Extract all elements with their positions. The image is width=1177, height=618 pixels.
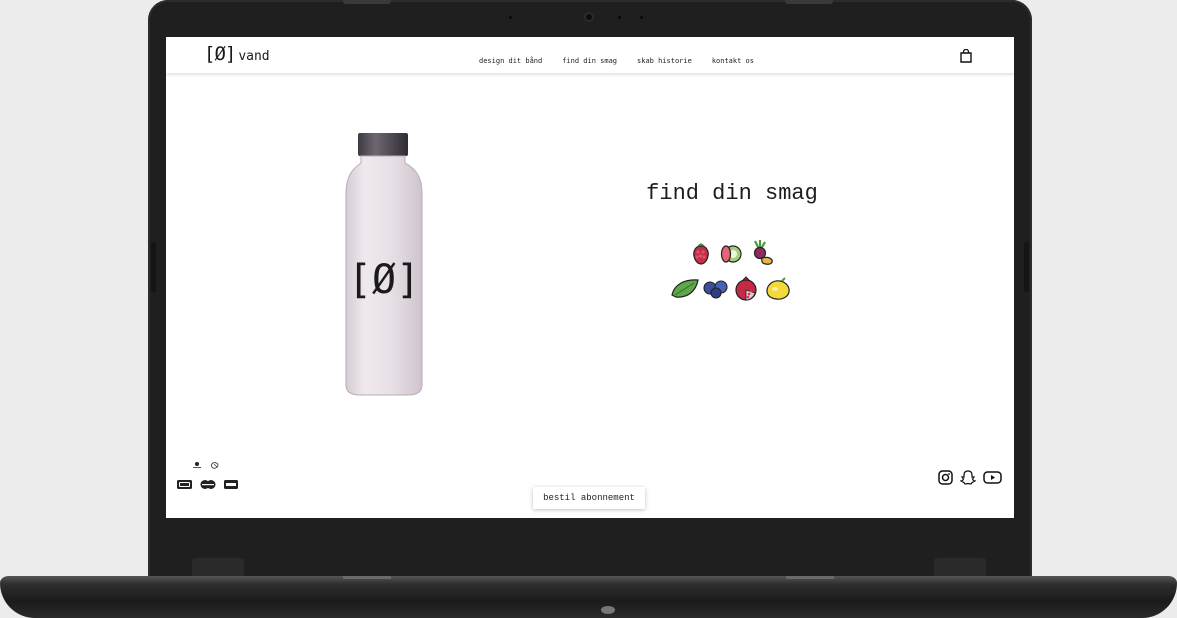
base-notch <box>786 576 834 579</box>
logo-mark: [Ø] <box>204 43 236 65</box>
beet-ginger-icon[interactable] <box>750 239 776 267</box>
site-logo[interactable]: [Ø] vand <box>204 43 270 65</box>
lid-notch <box>343 0 391 4</box>
sensor-dot <box>509 16 512 19</box>
laptop-base <box>0 558 1177 618</box>
mastercard-icon <box>200 480 216 489</box>
lemon-icon[interactable] <box>764 277 792 301</box>
mobilepay-icon <box>193 462 201 468</box>
leaf-icon[interactable] <box>670 277 700 299</box>
nav-item-skab-historie[interactable]: skab historie <box>637 57 692 65</box>
side-button <box>151 242 156 292</box>
sensor-dot <box>618 16 621 19</box>
sensor-dot <box>640 16 643 19</box>
side-button <box>1024 242 1029 292</box>
laptop-mockup: [Ø] vand design dit bånd find din smag s… <box>0 0 1177 618</box>
hinge <box>934 558 986 576</box>
base-notch <box>343 576 391 579</box>
dankort-icon <box>177 480 192 489</box>
snapchat-icon[interactable] <box>959 470 977 489</box>
webcam-icon <box>584 12 594 22</box>
blueberry-icon[interactable] <box>702 279 730 299</box>
logo-text: vand <box>238 49 270 64</box>
visa-icon <box>224 480 238 489</box>
applepay-icon <box>211 462 219 469</box>
pomegranate-icon[interactable] <box>734 276 758 302</box>
main-nav: design dit bånd find din smag skab histo… <box>479 57 754 65</box>
social-links <box>938 470 1002 489</box>
youtube-icon[interactable] <box>983 470 1002 489</box>
bottle-logo: [Ø] <box>348 257 420 303</box>
subscribe-button[interactable]: bestil abonnement <box>533 487 645 509</box>
nav-item-design-band[interactable]: design dit bånd <box>479 57 542 65</box>
website-screen: [Ø] vand design dit bånd find din smag s… <box>166 37 1014 518</box>
lid-notch <box>785 0 833 4</box>
instagram-icon[interactable] <box>938 470 953 489</box>
hinge <box>192 558 244 576</box>
nav-item-kontakt[interactable]: kontakt os <box>712 57 754 65</box>
raspberry-icon[interactable] <box>690 243 712 265</box>
hero-title: find din smag <box>646 181 818 206</box>
base-pin <box>601 606 615 614</box>
shopping-bag-icon[interactable] <box>960 49 972 63</box>
top-navigation-bar: [Ø] vand design dit bånd find din smag s… <box>166 37 1014 73</box>
payment-methods <box>177 462 238 489</box>
nav-item-find-smag[interactable]: find din smag <box>562 57 617 65</box>
kiwi-icon[interactable] <box>720 244 742 264</box>
water-bottle-image: [Ø] <box>345 133 423 396</box>
